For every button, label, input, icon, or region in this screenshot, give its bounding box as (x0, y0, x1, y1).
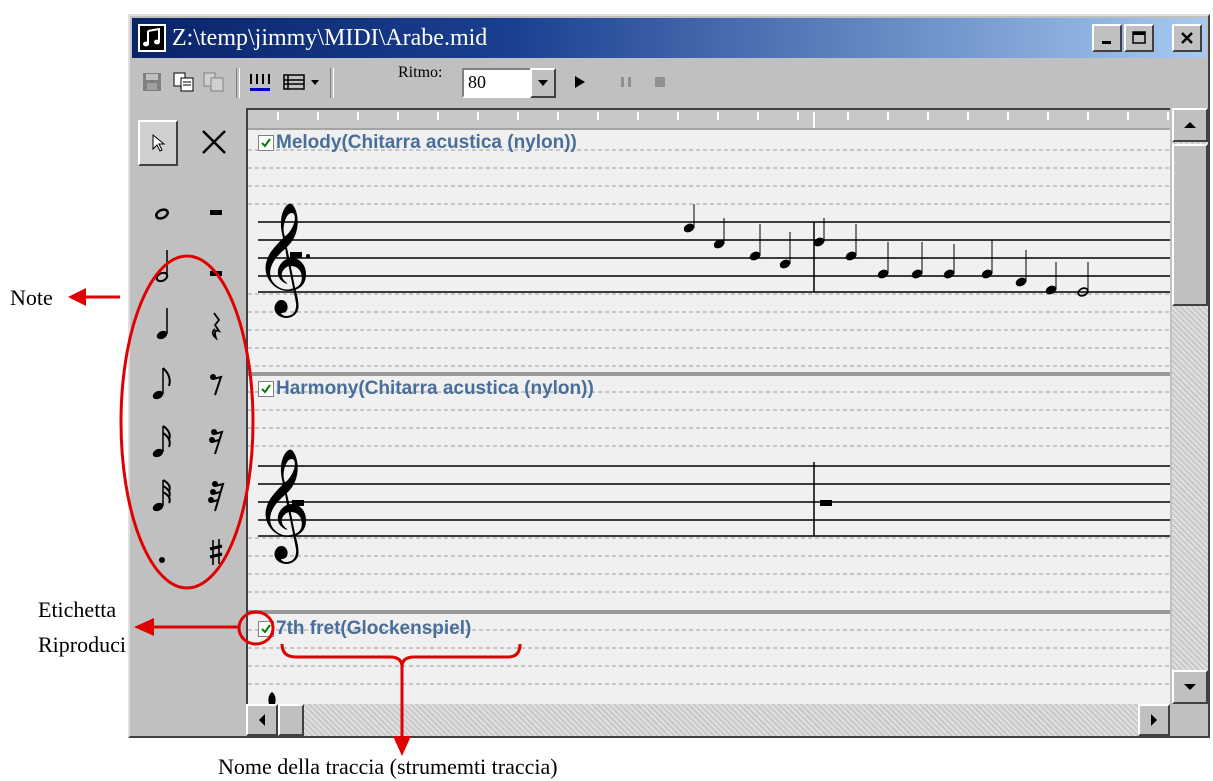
sixteenth-rest-icon[interactable] (198, 422, 234, 462)
note-palette (132, 110, 244, 736)
track-name-melody[interactable]: Melody(Chitarra acustica (nylon)) (276, 132, 577, 154)
pause-icon[interactable] (614, 70, 638, 94)
minimize-icon[interactable] (1092, 24, 1122, 52)
harmony-staff[interactable]: 𝄞 (248, 376, 1170, 606)
svg-text:𝄞: 𝄞 (254, 201, 311, 318)
vertical-scroll-thumb[interactable] (1172, 144, 1208, 306)
tempo-field[interactable]: 80 (462, 68, 532, 98)
thirty-second-rest-icon[interactable] (198, 476, 234, 516)
size-grip (1172, 704, 1208, 736)
track-header-melody: Melody(Chitarra acustica (nylon)) (258, 132, 577, 154)
tempo-dropdown-icon[interactable] (530, 68, 556, 98)
maximize-icon[interactable] (1124, 24, 1154, 52)
eighth-rest-icon[interactable] (198, 364, 234, 404)
annotation-etichetta: Etichetta (38, 597, 117, 622)
pointer-icon[interactable] (138, 120, 178, 166)
play-checkbox-melody[interactable] (258, 135, 274, 151)
close-icon[interactable] (1172, 24, 1202, 52)
scroll-left-icon[interactable] (246, 704, 278, 736)
sharp-icon[interactable] (198, 532, 234, 572)
thirty-second-note-icon[interactable] (144, 476, 180, 516)
whole-note-icon[interactable] (144, 194, 180, 234)
annotation-note: Note (10, 285, 53, 310)
tempo-label: Ritmo: (398, 64, 443, 81)
copy-icon[interactable] (172, 70, 196, 94)
midi-editor-window: Z:\temp\jimmy\MIDI\Arabe.mid Ritmo: 80 𝄞… (128, 14, 1210, 738)
tracks-icon[interactable] (248, 70, 272, 94)
track-header-harmony: Harmony(Chitarra acustica (nylon)) (258, 378, 594, 400)
horizontal-scroll-thumb[interactable] (278, 704, 304, 736)
sixteenth-note-icon[interactable] (144, 422, 180, 462)
half-note-icon[interactable] (144, 246, 180, 286)
delete-icon[interactable] (196, 122, 232, 162)
eighth-note-icon[interactable] (144, 364, 180, 404)
whole-rest-icon[interactable] (198, 194, 234, 234)
save-icon[interactable] (140, 70, 164, 94)
track-name-glockenspiel[interactable]: 7th fret(Glockenspiel) (276, 618, 471, 640)
vertical-scrollbar[interactable] (1172, 108, 1208, 704)
stop-icon[interactable] (648, 70, 672, 94)
dot-icon[interactable] (144, 540, 180, 580)
scroll-right-icon[interactable] (1138, 704, 1170, 736)
track-name-harmony[interactable]: Harmony(Chitarra acustica (nylon)) (276, 378, 594, 400)
play-icon[interactable] (568, 70, 592, 94)
annotation-riproduci: Riproduci (38, 632, 126, 657)
measure-ruler (248, 110, 1170, 130)
list-icon[interactable] (282, 70, 306, 94)
track-header-glockenspiel: 7th fret(Glockenspiel) (258, 618, 471, 640)
title-bar[interactable]: Z:\temp\jimmy\MIDI\Arabe.mid (132, 18, 1206, 58)
melody-staff[interactable]: 𝄞 (248, 132, 1170, 372)
quarter-note-icon[interactable] (144, 304, 180, 344)
play-checkbox-harmony[interactable] (258, 381, 274, 397)
scroll-down-icon[interactable] (1172, 670, 1208, 704)
play-checkbox-glockenspiel[interactable] (258, 621, 274, 637)
dropdown-icon[interactable] (308, 70, 322, 94)
score-area[interactable]: 𝄞 Melody(Chitarra acustica (nylon)) 𝄞 Ha… (246, 108, 1170, 704)
horizontal-scrollbar[interactable] (246, 704, 1170, 736)
window-title: Z:\temp\jimmy\MIDI\Arabe.mid (172, 24, 488, 51)
half-rest-icon[interactable] (198, 252, 234, 292)
quarter-rest-icon[interactable] (198, 306, 234, 346)
toolbar: Ritmo: 80 (132, 60, 1206, 108)
paste-icon[interactable] (202, 70, 226, 94)
music-note-icon (138, 24, 166, 52)
annotation-track-name: Nome della traccia (strumemti traccia) (218, 754, 558, 779)
scroll-up-icon[interactable] (1172, 108, 1208, 142)
